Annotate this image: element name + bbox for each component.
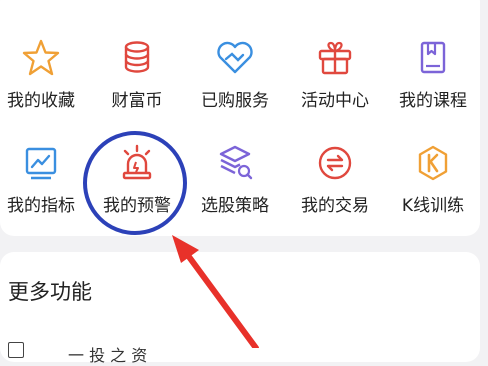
highlight-circle (83, 131, 187, 235)
book-icon (413, 38, 453, 78)
exchange-icon (315, 143, 355, 183)
document-icon (8, 342, 24, 358)
grid-item-label: 我的课程 (399, 91, 467, 111)
grid-item-label: 我的收藏 (7, 91, 75, 111)
grid-item-activity-center[interactable]: 活动中心 (287, 38, 383, 128)
gift-icon (315, 38, 355, 78)
grid-item-favorites[interactable]: 我的收藏 (0, 38, 89, 128)
coin-stack-icon (117, 38, 157, 78)
grid-item-my-indicators[interactable]: 我的指标 (0, 143, 89, 233)
grid-item-label: 活动中心 (301, 91, 369, 111)
heart-diamond-icon (215, 38, 255, 78)
strategy-layers-icon (215, 143, 255, 183)
grid-item-label: 财富币 (111, 91, 163, 111)
grid-item-label: K线训练 (401, 196, 465, 216)
more-functions-title: 更多功能 (8, 280, 92, 304)
first-item-label: 一 投 之 资 (68, 346, 148, 365)
grid-item-label: 我的指标 (7, 196, 75, 216)
grid-item-my-trading[interactable]: 我的交易 (287, 143, 383, 233)
grid-item-my-courses[interactable]: 我的课程 (385, 38, 481, 128)
grid-item-stock-strategy[interactable]: 选股策略 (187, 143, 283, 233)
chart-indicator-icon (21, 143, 61, 183)
grid-item-wealth-coins[interactable]: 财富币 (89, 38, 185, 128)
grid-item-label: 已购服务 (201, 91, 269, 111)
k-line-icon (413, 143, 453, 183)
star-icon (21, 38, 61, 78)
grid-item-k-line-training[interactable]: K线训练 (385, 143, 481, 233)
grid-item-label: 选股策略 (201, 196, 269, 216)
grid-item-purchased-services[interactable]: 已购服务 (187, 38, 283, 128)
grid-item-label: 我的交易 (301, 196, 369, 216)
